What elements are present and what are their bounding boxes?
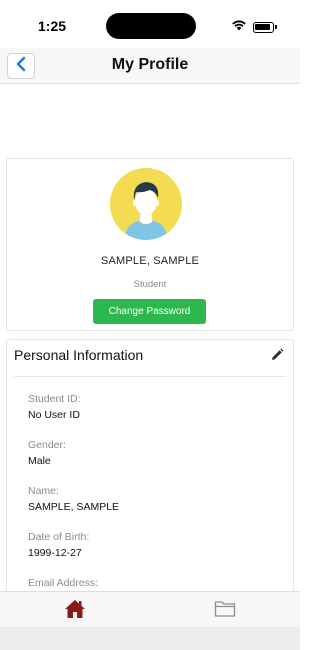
personal-info-card: Personal Information Student ID: No User… — [6, 339, 294, 599]
profile-card: SAMPLE, SAMPLE Student Change Password — [6, 158, 294, 331]
divider — [14, 376, 286, 377]
change-password-button[interactable]: Change Password — [93, 299, 206, 324]
folder-icon[interactable] — [214, 599, 236, 619]
pencil-icon[interactable] — [270, 348, 284, 362]
status-time: 1:25 — [38, 18, 67, 34]
profile-role: Student — [133, 279, 167, 290]
wifi-icon — [231, 18, 247, 36]
status-bar: 1:25 — [0, 0, 300, 48]
dob-value: 1999-12-27 — [28, 547, 82, 559]
home-icon[interactable] — [64, 598, 86, 620]
nav-bar: My Profile — [0, 48, 300, 84]
name-value: SAMPLE, SAMPLE — [28, 501, 120, 513]
battery-icon — [253, 21, 277, 33]
tab-bar — [0, 591, 300, 627]
email-label: Email Address: — [28, 577, 99, 589]
student-id-label: Student ID: — [28, 393, 81, 405]
gender-label: Gender: — [28, 439, 66, 451]
status-icons — [231, 18, 277, 36]
student-id-value: No User ID — [28, 409, 80, 421]
name-label: Name: — [28, 485, 59, 497]
gender-value: Male — [28, 455, 51, 467]
dob-label: Date of Birth: — [28, 531, 90, 543]
home-indicator-area — [0, 627, 300, 650]
profile-name: SAMPLE, SAMPLE — [100, 255, 200, 267]
user-avatar-icon — [110, 168, 182, 240]
page-title: My Profile — [111, 56, 189, 73]
section-title: Personal Information — [14, 347, 144, 363]
dynamic-island — [106, 13, 196, 39]
